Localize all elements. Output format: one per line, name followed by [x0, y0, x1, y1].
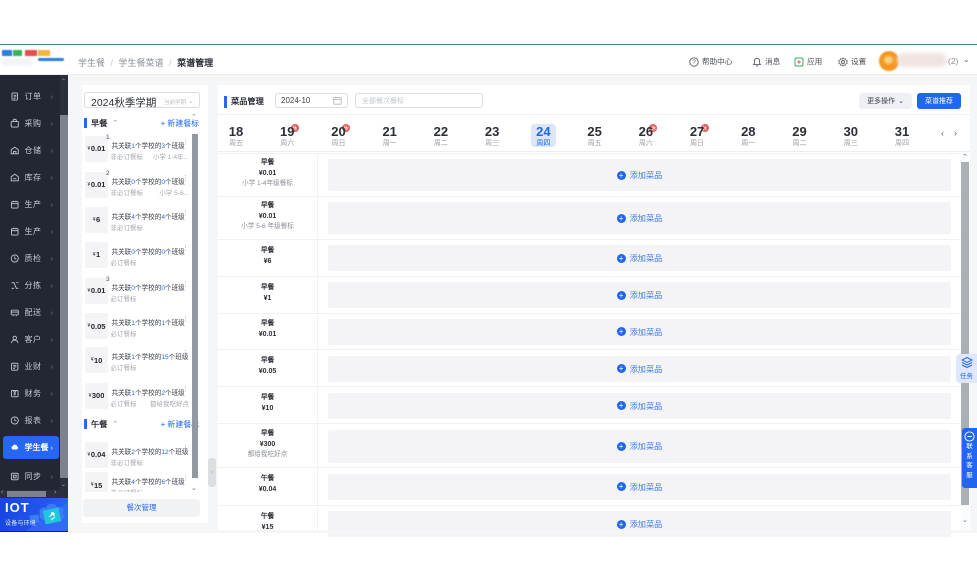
svg-text:?: ?: [692, 60, 696, 66]
